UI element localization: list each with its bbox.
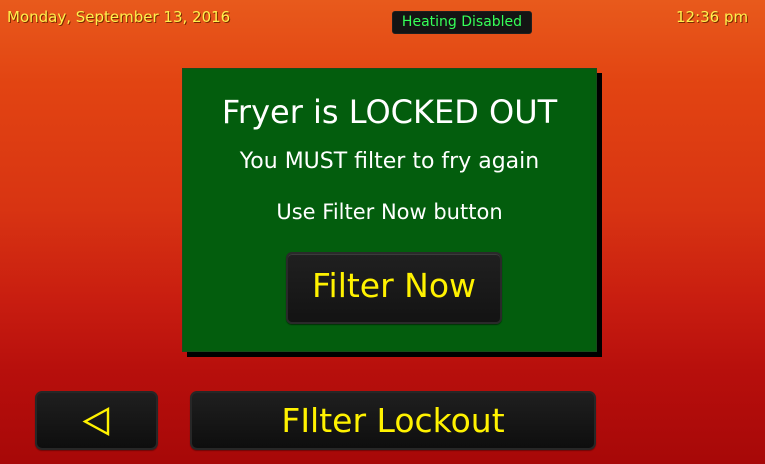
back-button[interactable] [35,391,158,450]
lockout-panel: Fryer is LOCKED OUT You MUST filter to f… [182,68,597,352]
fryer-lockout-screen: Monday, September 13, 2016 Heating Disab… [0,0,765,464]
lockout-instruction: Use Filter Now button [276,200,503,224]
heating-status-badge: Heating Disabled [392,11,532,34]
date-display: Monday, September 13, 2016 [7,8,231,26]
lockout-title: Fryer is LOCKED OUT [221,93,558,131]
lockout-message: You MUST filter to fry again [239,149,540,174]
filter-lockout-title-bar: FIlter Lockout [190,391,596,450]
back-triangle-icon [82,406,110,437]
time-display: 12:36 pm [676,8,749,26]
filter-now-button[interactable]: Filter Now [286,252,502,324]
